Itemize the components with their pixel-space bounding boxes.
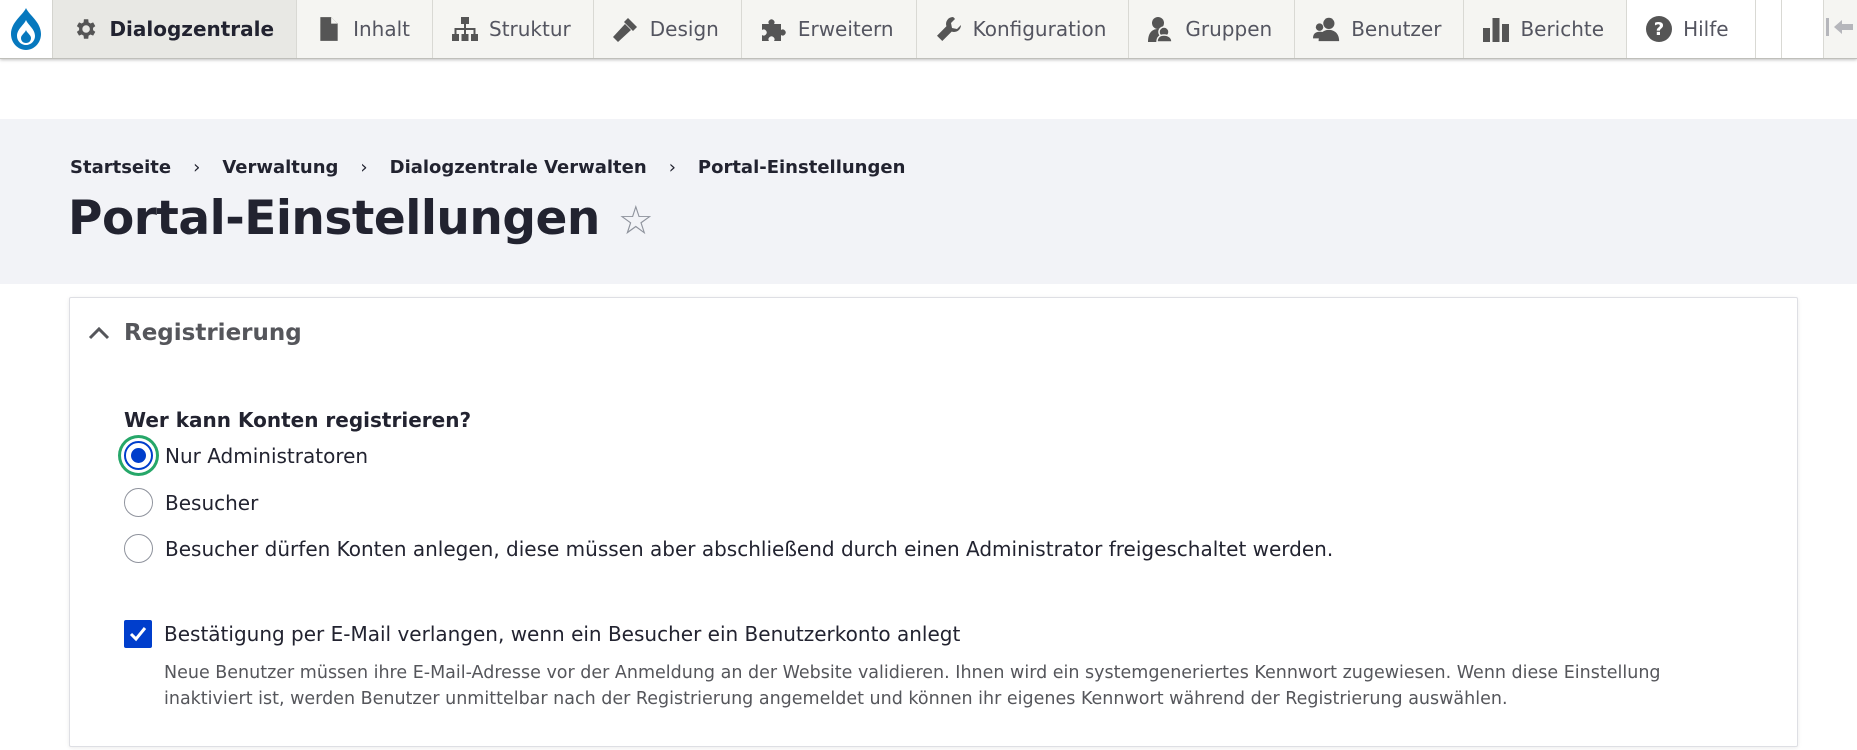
toolbar-item-label: Benutzer bbox=[1351, 17, 1442, 41]
structure-icon bbox=[451, 15, 479, 43]
toolbar-item-berichte[interactable]: Berichte bbox=[1464, 0, 1628, 58]
toolbar-item-konfiguration[interactable]: Konfiguration bbox=[917, 0, 1130, 58]
registration-details: Registrierung Wer kann Konten registrier… bbox=[69, 297, 1798, 747]
toolbar-collapse-button[interactable] bbox=[1822, 0, 1857, 58]
registration-summary-label: Registrierung bbox=[124, 320, 302, 346]
toolbar-item-struktur[interactable]: Struktur bbox=[433, 0, 594, 58]
page-header: Startseite › Verwaltung › Dialogzentrale… bbox=[0, 119, 1857, 284]
group-icon bbox=[1147, 15, 1175, 43]
radio-option-visitors[interactable]: Besucher bbox=[124, 488, 258, 517]
toolbar-item-label: Erweitern bbox=[797, 17, 894, 41]
toolbar-item-label: Inhalt bbox=[353, 17, 410, 41]
help-icon: ? bbox=[1645, 15, 1673, 43]
radio-option-visitors-approval[interactable]: Besucher dürfen Konten anlegen, diese mü… bbox=[124, 534, 1333, 563]
drupal-logo[interactable] bbox=[0, 0, 54, 58]
shortcut-star-icon[interactable]: ☆ bbox=[618, 201, 654, 241]
toolbar-item-hilfe[interactable]: ? Hilfe bbox=[1627, 0, 1756, 58]
email-verification-description: Neue Benutzer müssen ihre E-Mail-Adresse… bbox=[164, 663, 1661, 709]
toolbar-item-label: Gruppen bbox=[1185, 17, 1273, 41]
breadcrumb-link-dialogzentrale[interactable]: Dialogzentrale Verwalten bbox=[390, 157, 647, 178]
radio-visitors[interactable] bbox=[124, 488, 153, 517]
toolbar-item-label: Struktur bbox=[489, 17, 571, 41]
breadcrumb-separator: › bbox=[360, 157, 368, 178]
page-title: Portal-Einstellungen bbox=[68, 191, 600, 246]
breadcrumb-link-startseite[interactable]: Startseite bbox=[70, 157, 171, 178]
bar-chart-icon bbox=[1482, 15, 1510, 43]
breadcrumb-separator: › bbox=[668, 157, 676, 178]
puzzle-icon bbox=[760, 15, 788, 43]
toolbar-item-label: Berichte bbox=[1520, 17, 1605, 41]
radio-option-admins-only[interactable]: Nur Administratoren bbox=[124, 441, 368, 470]
radio-label: Besucher bbox=[165, 490, 259, 515]
breadcrumb-link-portal-einstellungen[interactable]: Portal-Einstellungen bbox=[698, 157, 906, 178]
toolbar-item-label: Konfiguration bbox=[972, 17, 1107, 41]
breadcrumb: Startseite › Verwaltung › Dialogzentrale… bbox=[70, 157, 905, 178]
wrench-icon bbox=[935, 15, 963, 43]
toolbar-item-gruppen[interactable]: Gruppen bbox=[1129, 0, 1296, 58]
toolbar-item-design[interactable]: Design bbox=[594, 0, 742, 58]
toolbar-item-label: Hilfe bbox=[1683, 17, 1729, 41]
page-title-row: Portal-Einstellungen ☆ bbox=[68, 191, 654, 246]
toolbar-item-erweitern[interactable]: Erweitern bbox=[742, 0, 917, 58]
radio-visitors-approval[interactable] bbox=[124, 534, 153, 563]
radio-admins-only[interactable] bbox=[124, 441, 153, 470]
admin-toolbar: Dialogzentrale Inhalt Struktur Design Er… bbox=[0, 0, 1857, 59]
toolbar-item-inhalt[interactable]: Inhalt bbox=[297, 0, 433, 58]
registration-legend: Wer kann Konten registrieren? bbox=[124, 408, 472, 432]
toolbar-item-dialogzentrale[interactable]: Dialogzentrale bbox=[53, 0, 298, 58]
radio-label: Nur Administratoren bbox=[165, 443, 369, 468]
gear-icon bbox=[71, 15, 99, 43]
checkbox-option-email-verification[interactable]: Bestätigung per E-Mail verlangen, wenn e… bbox=[124, 620, 960, 648]
toolbar-item-label: Dialogzentrale bbox=[109, 17, 275, 41]
drupal-drop-icon bbox=[11, 8, 42, 50]
radio-label: Besucher dürfen Konten anlegen, diese mü… bbox=[165, 536, 1334, 561]
checkbox-label: Bestätigung per E-Mail verlangen, wenn e… bbox=[164, 622, 961, 646]
toolbar-spacer bbox=[1755, 0, 1782, 58]
toolbar-item-benutzer[interactable]: Benutzer bbox=[1295, 0, 1465, 58]
email-verification-checkbox[interactable] bbox=[124, 620, 152, 648]
user-icon bbox=[1313, 15, 1341, 43]
svg-text:?: ? bbox=[1654, 19, 1664, 40]
breadcrumb-separator: › bbox=[193, 157, 201, 178]
collapse-arrow-icon bbox=[1825, 16, 1855, 42]
checkmark-icon bbox=[129, 627, 147, 642]
chevron-up-icon bbox=[88, 320, 110, 346]
file-icon bbox=[315, 15, 343, 43]
toolbar-spacer bbox=[1781, 0, 1823, 58]
toolbar-item-label: Design bbox=[649, 17, 719, 41]
registration-summary[interactable]: Registrierung bbox=[88, 320, 302, 346]
breadcrumb-link-verwaltung[interactable]: Verwaltung bbox=[222, 157, 338, 178]
paintbrush-icon bbox=[612, 15, 640, 43]
